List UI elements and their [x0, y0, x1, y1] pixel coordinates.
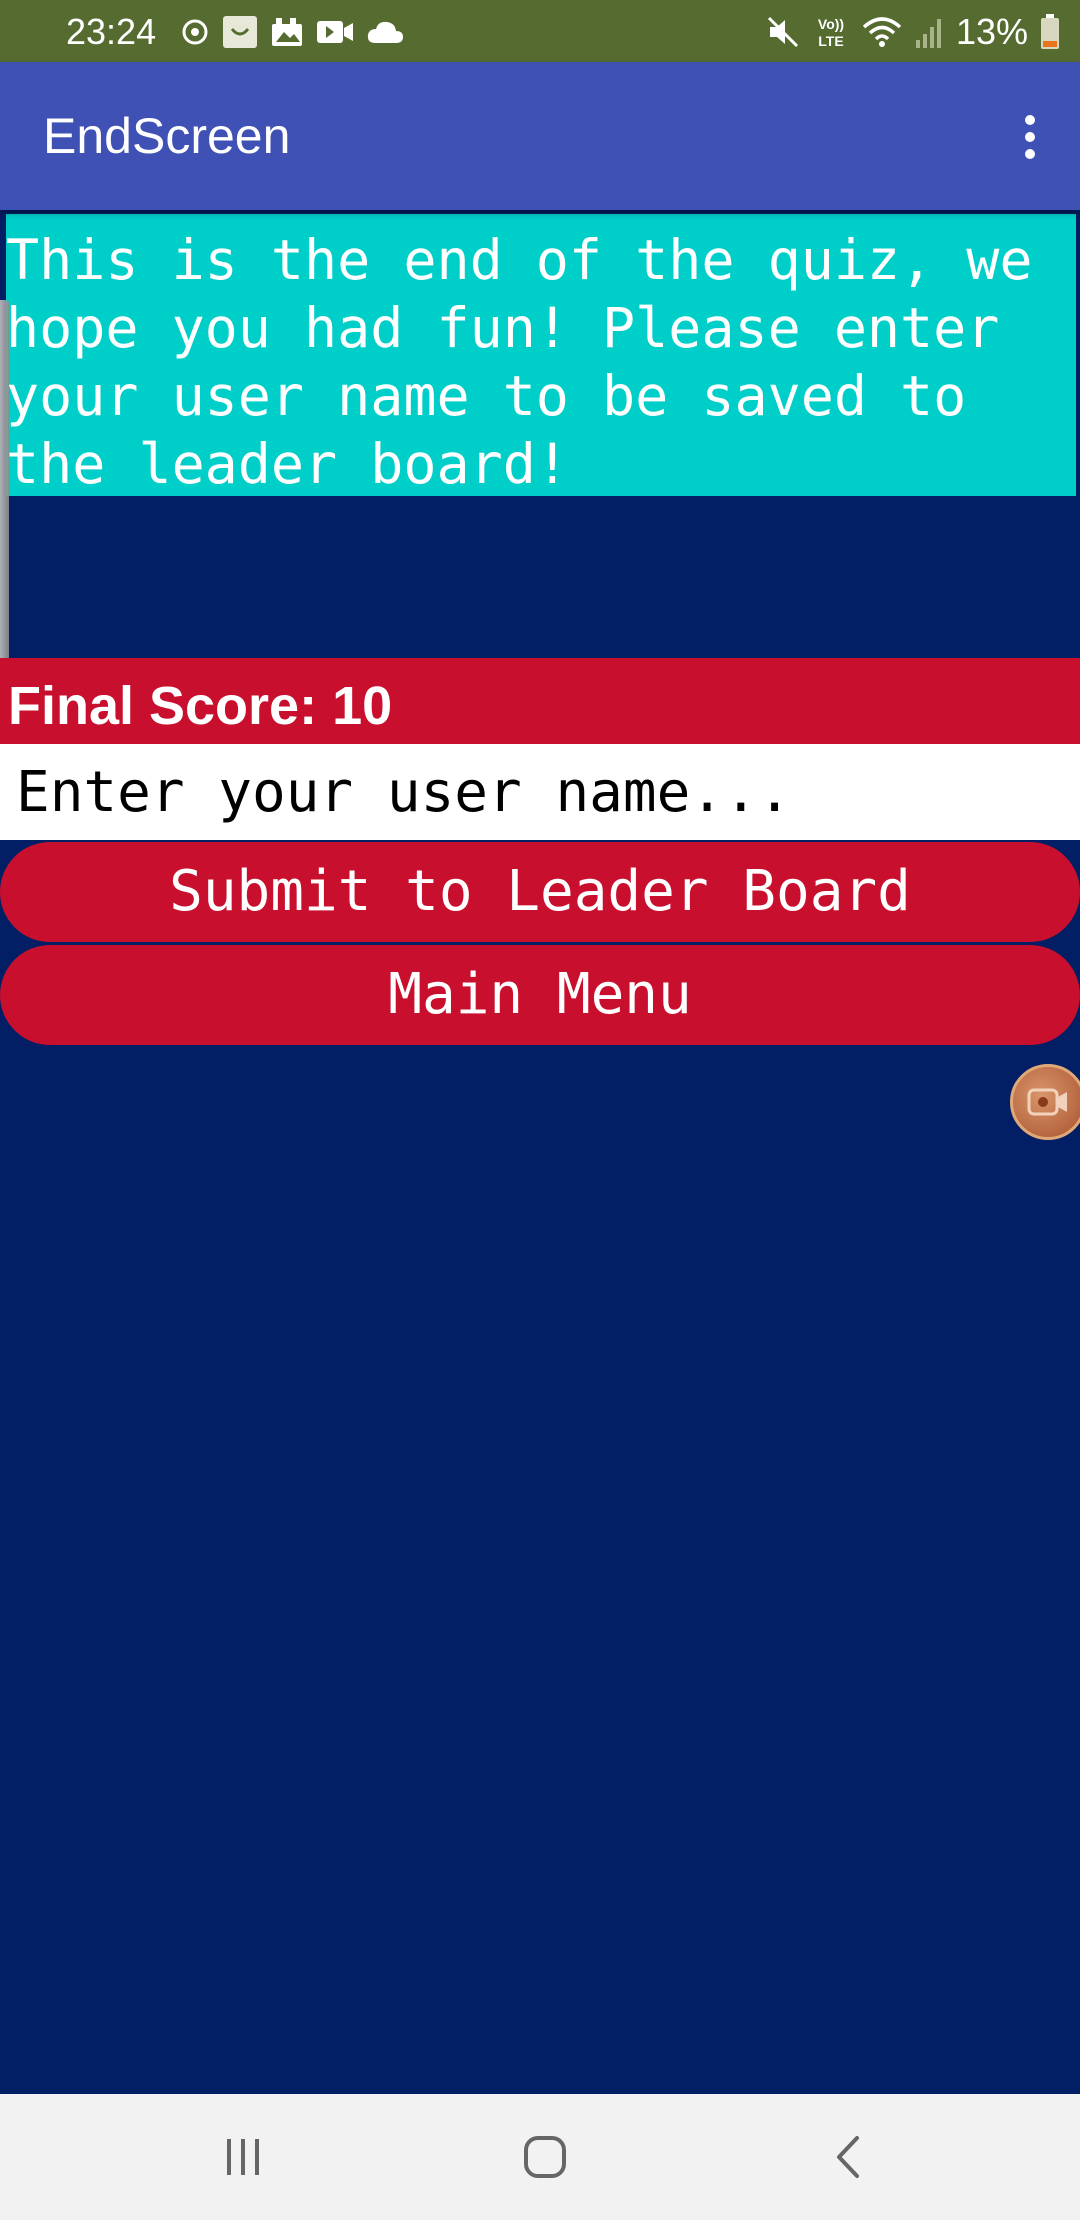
- svg-text:LTE: LTE: [818, 33, 843, 49]
- wifi-icon: [862, 15, 902, 49]
- signal-icon: [914, 16, 944, 48]
- main-menu-button[interactable]: Main Menu: [0, 945, 1080, 1045]
- intro-message: This is the end of the quiz, we hope you…: [6, 214, 1076, 496]
- overflow-menu-icon[interactable]: [998, 102, 1062, 172]
- sync-icon: [180, 17, 210, 47]
- volte-icon: Vo)) LTE: [812, 14, 850, 50]
- video-icon: [316, 18, 354, 46]
- screen-record-icon[interactable]: [1010, 1064, 1080, 1140]
- battery-icon: [1040, 14, 1060, 50]
- final-score-label: Final Score: 10: [8, 676, 393, 736]
- app-bar: EndScreen: [0, 62, 1080, 210]
- cloud-icon: [366, 19, 404, 45]
- page-title: EndScreen: [43, 108, 291, 164]
- status-bar: 23:24 Vo)) LTE 13%: [0, 0, 1080, 62]
- photo-gallery-icon: [270, 16, 304, 48]
- final-score-bar: Final Score: 10: [0, 658, 1080, 744]
- notification-icons: [180, 12, 404, 52]
- app-notification-icon: [222, 15, 258, 49]
- system-nav-bar: [0, 2094, 1080, 2220]
- username-input[interactable]: [0, 744, 1080, 840]
- svg-text:Vo)): Vo)): [818, 16, 844, 32]
- edge-panel-handle[interactable]: [0, 300, 9, 720]
- submit-leaderboard-button[interactable]: Submit to Leader Board: [0, 842, 1080, 942]
- end-screen: 23:24 Vo)) LTE 13% EndScreen This is the…: [0, 0, 1080, 2220]
- battery-percent: 13%: [955, 11, 1028, 52]
- mute-icon: [766, 15, 800, 49]
- back-icon[interactable]: [803, 2122, 893, 2192]
- recent-apps-icon[interactable]: [198, 2122, 288, 2192]
- home-icon[interactable]: [500, 2122, 590, 2192]
- system-status-icons: Vo)) LTE 13%: [766, 8, 1060, 56]
- status-time: 23:24: [66, 11, 157, 52]
